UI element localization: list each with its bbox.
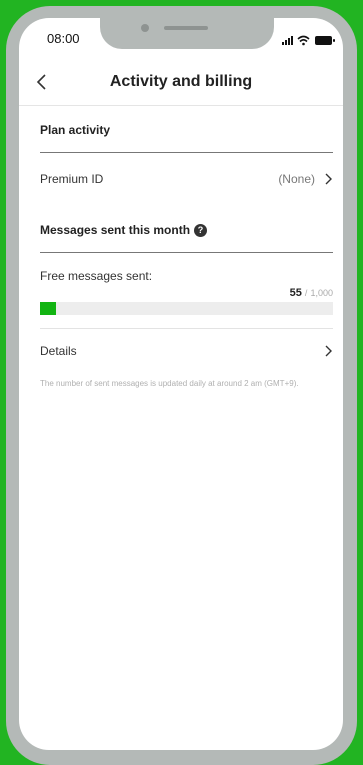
plan-activity-label: Plan activity (40, 123, 111, 137)
message-limit: 1,000 (310, 288, 333, 298)
divider (40, 152, 333, 153)
progress-bar (40, 302, 333, 315)
message-count: 55 / 1,000 (40, 287, 333, 299)
premium-id-row[interactable]: Premium ID (None) (40, 169, 333, 189)
wifi-icon (297, 35, 310, 46)
progress-fill (40, 302, 57, 315)
update-note: The number of sent messages is updated d… (40, 379, 299, 388)
premium-id-label: Premium ID (40, 172, 104, 186)
app-header: Activity and billing (19, 56, 343, 106)
details-row[interactable]: Details (40, 340, 333, 362)
status-time: 08:00 (47, 31, 80, 46)
battery-icon (315, 36, 335, 45)
status-icons (282, 33, 338, 46)
details-label: Details (40, 344, 77, 358)
premium-id-value: (None) (278, 172, 315, 186)
content-area: Plan activity Premium ID (None) Messages… (40, 106, 333, 390)
chevron-right-icon (325, 345, 332, 357)
camera-icon (141, 24, 149, 32)
count-separator: / (304, 288, 308, 298)
plan-activity-title: Plan activity (40, 123, 333, 137)
free-messages-label: Free messages sent: (40, 269, 153, 283)
divider (40, 328, 333, 329)
phone-notch (100, 17, 274, 49)
sent-count: 55 (289, 287, 302, 299)
speaker-icon (164, 26, 208, 30)
messages-title-label: Messages sent this month (40, 223, 191, 237)
signal-icon (282, 36, 293, 45)
help-icon[interactable]: ? (194, 223, 208, 237)
page-title: Activity and billing (109, 73, 253, 90)
chevron-right-icon (325, 173, 332, 185)
divider (40, 252, 333, 253)
messages-title: Messages sent this month ? (40, 223, 333, 237)
